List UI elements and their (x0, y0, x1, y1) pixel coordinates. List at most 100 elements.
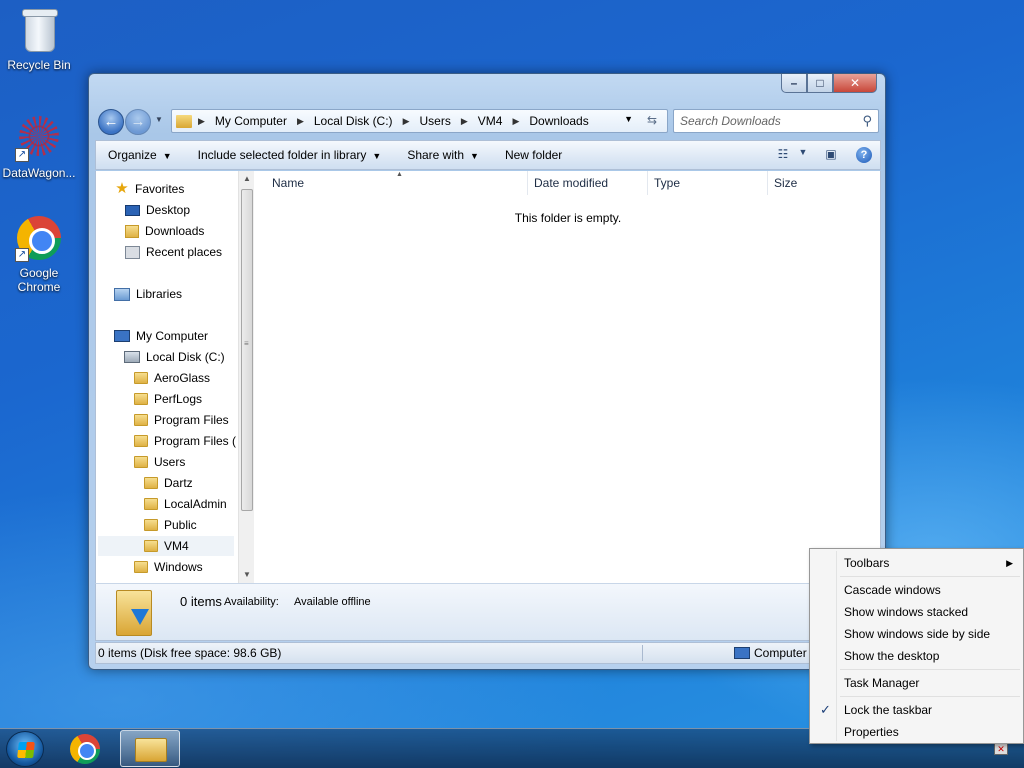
breadcrumb-users[interactable]: Users (419, 114, 450, 128)
desktop-icon (125, 204, 140, 216)
nav-item-my-computer[interactable]: My Computer (114, 326, 208, 346)
nav-item-public[interactable]: Public (144, 515, 197, 535)
nav-item-downloads[interactable]: Downloads (125, 221, 204, 241)
menu-item-show-windows-stacked[interactable]: Show windows stacked (812, 601, 1021, 623)
item-count: 0 items (180, 594, 222, 609)
nav-item-windows[interactable]: Windows (134, 557, 203, 577)
search-input[interactable]: Search Downloads ⚲ (673, 109, 879, 133)
menu-item-show-desktop[interactable]: Show the desktop (812, 645, 1021, 667)
breadcrumb-downloads[interactable]: Downloads (529, 114, 588, 128)
nav-item-program-files[interactable]: Program Files (134, 410, 229, 430)
menu-item-toolbars[interactable]: Toolbars ▶ (812, 552, 1021, 574)
nav-label: Dartz (164, 476, 193, 490)
organize-label: Organize (108, 148, 157, 162)
folder-icon (144, 477, 158, 489)
scroll-thumb[interactable]: ≡ (241, 189, 253, 511)
grip-icon: ≡ (244, 339, 249, 348)
shortcut-arrow-icon: ↗ (15, 148, 29, 162)
recent-pages-dropdown[interactable]: ▼ (155, 115, 163, 124)
desktop-icon-label: DataWagon... (2, 166, 76, 180)
menu-item-cascade-windows[interactable]: Cascade windows (812, 579, 1021, 601)
scroll-up-arrow-icon[interactable]: ▲ (239, 171, 255, 187)
menu-label: Lock the taskbar (844, 703, 933, 717)
nav-item-localadmin[interactable]: LocalAdmin (144, 494, 227, 514)
folder-icon (134, 372, 148, 384)
nav-label: VM4 (164, 539, 189, 553)
shortcut-arrow-icon: ↗ (15, 248, 29, 262)
desktop-icon-recycle-bin[interactable]: Recycle Bin (0, 6, 78, 72)
scroll-down-arrow-icon[interactable]: ▼ (239, 567, 255, 583)
refresh-icon[interactable]: ⇆ (647, 113, 657, 127)
folder-icon (134, 414, 148, 426)
search-placeholder: Search Downloads (680, 114, 781, 128)
taskbar-explorer-button[interactable] (120, 730, 180, 767)
organize-button[interactable]: Organize ▼ (96, 148, 186, 162)
nav-item-dartz[interactable]: Dartz (144, 473, 193, 493)
chevron-right-icon[interactable]: ▶ (461, 116, 468, 127)
action-center-flag-icon[interactable]: ✕ (994, 743, 1008, 755)
breadcrumb-my-computer[interactable]: My Computer (215, 114, 287, 128)
nav-item-desktop[interactable]: Desktop (125, 200, 190, 220)
preview-pane-icon[interactable]: ▣ (822, 147, 840, 163)
nav-item-libraries[interactable]: Libraries (114, 284, 182, 304)
nav-item-local-disk[interactable]: Local Disk (C:) (124, 347, 225, 367)
view-options-icon[interactable]: ☷ (774, 147, 792, 163)
maximize-button[interactable]: □ (807, 74, 833, 93)
chevron-right-icon[interactable]: ▶ (297, 116, 304, 127)
column-header-size[interactable]: Size (768, 171, 878, 195)
forward-arrow-icon: → (130, 113, 146, 130)
menu-label: Show windows stacked (844, 605, 969, 619)
menu-item-show-windows-side-by-side[interactable]: Show windows side by side (812, 623, 1021, 645)
folder-icon (144, 498, 158, 510)
share-with-button[interactable]: Share with ▼ (395, 148, 493, 162)
menu-separator (840, 576, 1020, 577)
column-header-name[interactable]: Name ▲ (256, 171, 528, 195)
nav-item-favorites[interactable]: ★ Favorites (114, 179, 184, 199)
back-arrow-icon: ← (103, 113, 119, 130)
menu-item-properties[interactable]: Properties (812, 721, 1021, 743)
nav-item-users[interactable]: Users (134, 452, 185, 472)
taskbar-chrome-button[interactable] (70, 734, 100, 764)
windows-logo-icon (17, 742, 35, 758)
chevron-down-icon: ▼ (162, 151, 172, 161)
breadcrumb-vm4[interactable]: VM4 (478, 114, 503, 128)
menu-label: Toolbars (844, 556, 890, 570)
chevron-right-icon[interactable]: ▶ (512, 116, 519, 127)
command-bar: Organize ▼ Include selected folder in lib… (95, 140, 881, 170)
chevron-down-icon[interactable]: ▼ (794, 147, 812, 163)
include-label: Include selected folder in library (197, 148, 367, 162)
address-dropdown-icon[interactable]: ▼ (624, 114, 633, 124)
chevron-down-icon: ▼ (470, 151, 479, 161)
status-location: Computer (734, 643, 807, 663)
menu-item-task-manager[interactable]: Task Manager (812, 672, 1021, 694)
nav-label: Recent places (146, 245, 223, 259)
breadcrumb-local-disk[interactable]: Local Disk (C:) (314, 114, 393, 128)
help-icon[interactable]: ? (856, 147, 872, 163)
folder-icon (134, 435, 148, 447)
nav-item-vm4[interactable]: VM4 (98, 536, 234, 556)
recent-places-icon (125, 245, 140, 259)
address-bar[interactable]: ▶ My Computer ▶ Local Disk (C:) ▶ Users … (171, 109, 668, 133)
desktop-icon-datawagon[interactable]: ↗ DataWagon... (0, 114, 78, 180)
nav-pane-scrollbar[interactable]: ▲ ≡ ▼ (238, 171, 254, 583)
forward-button[interactable]: → (125, 109, 151, 135)
nav-item-aeroglass[interactable]: AeroGlass (134, 368, 210, 388)
search-icon[interactable]: ⚲ (862, 113, 872, 129)
back-button[interactable]: ← (98, 109, 124, 135)
nav-item-program-files-x86[interactable]: Program Files ( (134, 431, 236, 451)
nav-item-perflogs[interactable]: PerfLogs (134, 389, 202, 409)
column-header-type[interactable]: Type (648, 171, 768, 195)
submenu-arrow-icon: ▶ (1006, 558, 1013, 568)
start-button[interactable] (6, 731, 44, 767)
close-button[interactable]: ✕ (833, 74, 877, 93)
computer-icon (734, 647, 750, 659)
menu-item-lock-taskbar[interactable]: ✓ Lock the taskbar (812, 699, 1021, 721)
new-folder-button[interactable]: New folder (493, 148, 576, 162)
desktop-icon-google-chrome[interactable]: ↗ Google Chrome (0, 214, 78, 294)
hard-disk-icon (124, 351, 140, 363)
minimize-button[interactable]: – (781, 74, 807, 93)
nav-item-recent-places[interactable]: Recent places (125, 242, 222, 262)
include-in-library-button[interactable]: Include selected folder in library ▼ (186, 148, 396, 162)
chevron-right-icon[interactable]: ▶ (403, 116, 410, 127)
column-header-date-modified[interactable]: Date modified (528, 171, 648, 195)
